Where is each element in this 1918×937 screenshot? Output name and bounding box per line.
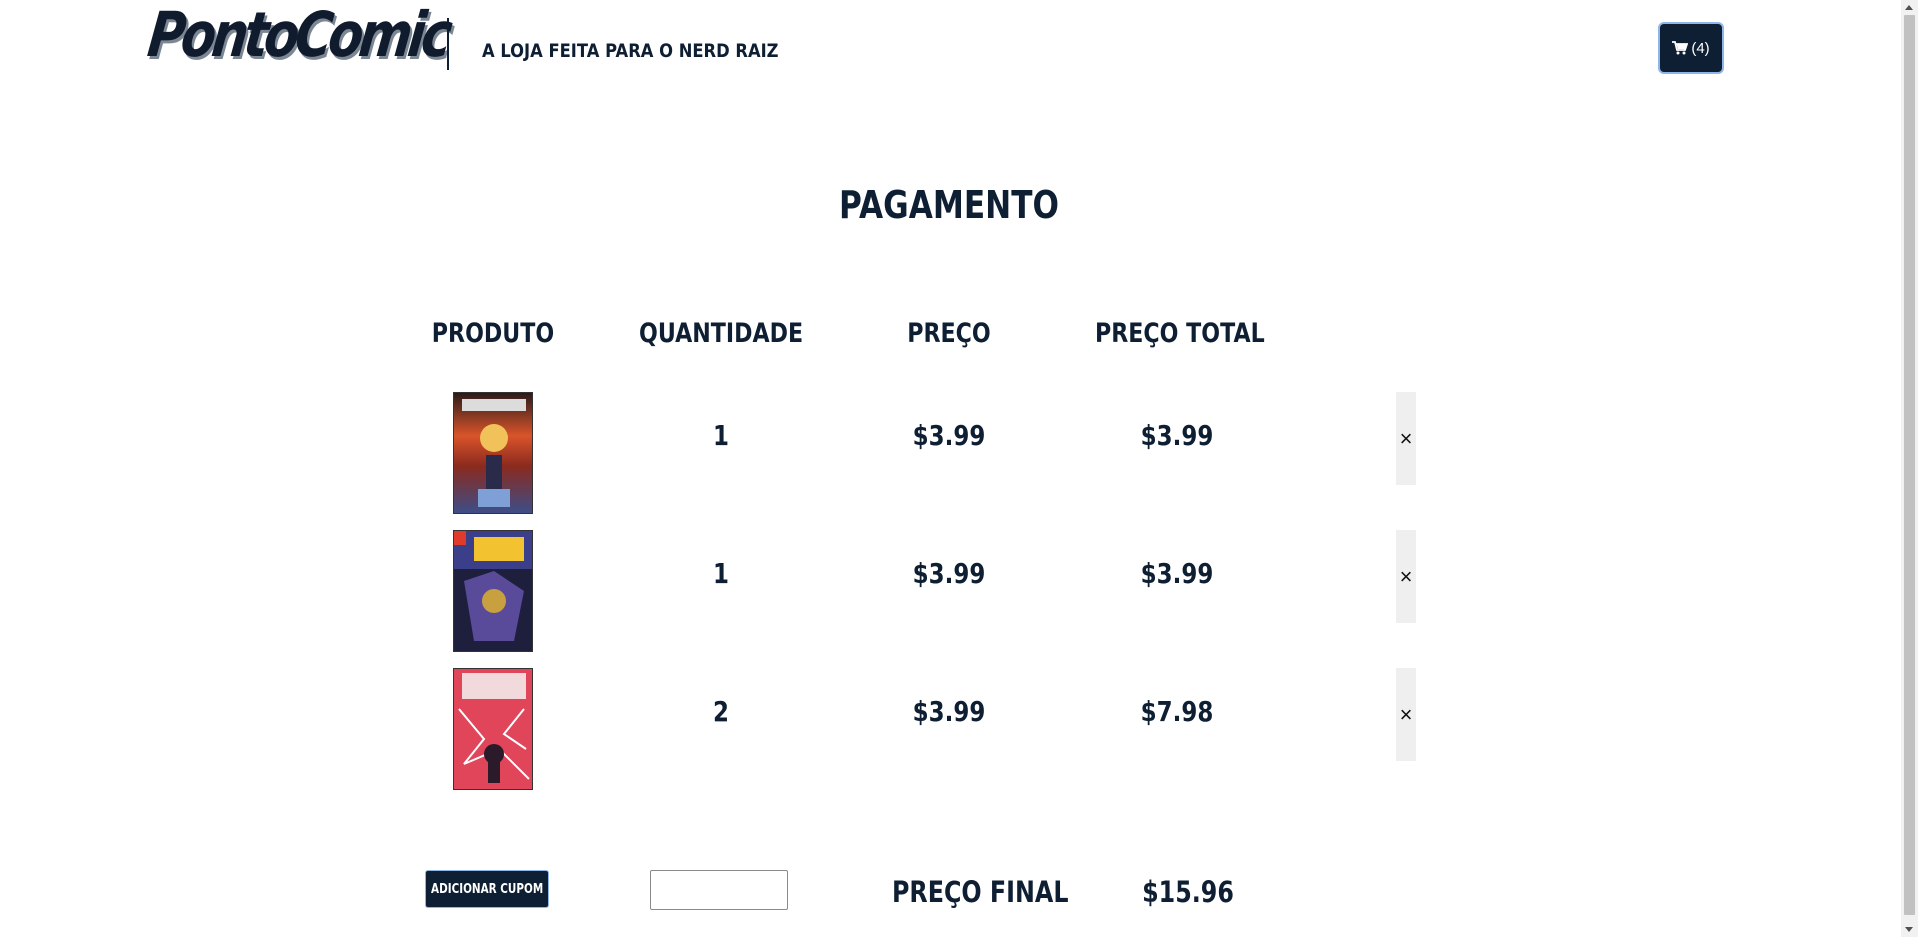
remove-item-button[interactable]: × (1396, 668, 1416, 761)
quantity-value: 2 (713, 695, 729, 728)
header-divider (447, 18, 449, 70)
final-price-value: $15.96 (1142, 875, 1234, 909)
vertical-scrollbar[interactable] (1901, 0, 1918, 937)
logo[interactable]: PontoComic (144, 0, 452, 71)
quantity-value: 1 (713, 419, 729, 452)
tagline: A LOJA FEITA PARA O NERD RAIZ (482, 40, 779, 62)
table-row: 2 $3.99 $7.98 × (0, 668, 1898, 794)
total-price-value: $3.99 (1140, 419, 1214, 452)
remove-item-button[interactable]: × (1396, 530, 1416, 623)
product-cover-image[interactable] (453, 530, 533, 652)
column-header-total-price: PREÇO TOTAL (1095, 318, 1265, 349)
coupon-input[interactable] (650, 870, 788, 910)
add-coupon-button[interactable]: ADICIONAR CUPOM (425, 870, 549, 908)
close-icon: × (1399, 563, 1413, 589)
price-value: $3.99 (912, 419, 986, 452)
column-header-price: PREÇO (907, 318, 991, 349)
scroll-up-arrow-icon[interactable] (1905, 5, 1913, 10)
price-value: $3.99 (912, 557, 986, 590)
page-title: PAGAMENTO (839, 183, 1059, 227)
remove-item-button[interactable]: × (1396, 392, 1416, 485)
cart-button[interactable]: (4) (1658, 22, 1724, 74)
add-coupon-label: ADICIONAR CUPOM (430, 881, 544, 897)
total-price-value: $3.99 (1140, 557, 1214, 590)
product-cover-image[interactable] (453, 668, 533, 790)
cart-count: (4) (1691, 39, 1710, 57)
column-header-quantity: QUANTIDADE (639, 318, 804, 349)
close-icon: × (1399, 701, 1413, 727)
column-header-product: PRODUTO (431, 318, 555, 349)
scroll-thumb[interactable] (1904, 15, 1915, 915)
table-row: 1 $3.99 $3.99 × (0, 530, 1898, 656)
final-price-label: PREÇO FINAL (892, 875, 1069, 909)
table-row: 1 $3.99 $3.99 × (0, 392, 1898, 518)
checkout-page: PontoComic A LOJA FEITA PARA O NERD RAIZ… (0, 0, 1918, 937)
close-icon: × (1399, 425, 1413, 451)
product-cover-image[interactable] (453, 392, 533, 514)
price-value: $3.99 (912, 695, 986, 728)
shopping-cart-icon (1672, 41, 1689, 55)
quantity-value: 1 (713, 557, 729, 590)
scroll-down-arrow-icon[interactable] (1905, 927, 1913, 932)
total-price-value: $7.98 (1140, 695, 1214, 728)
